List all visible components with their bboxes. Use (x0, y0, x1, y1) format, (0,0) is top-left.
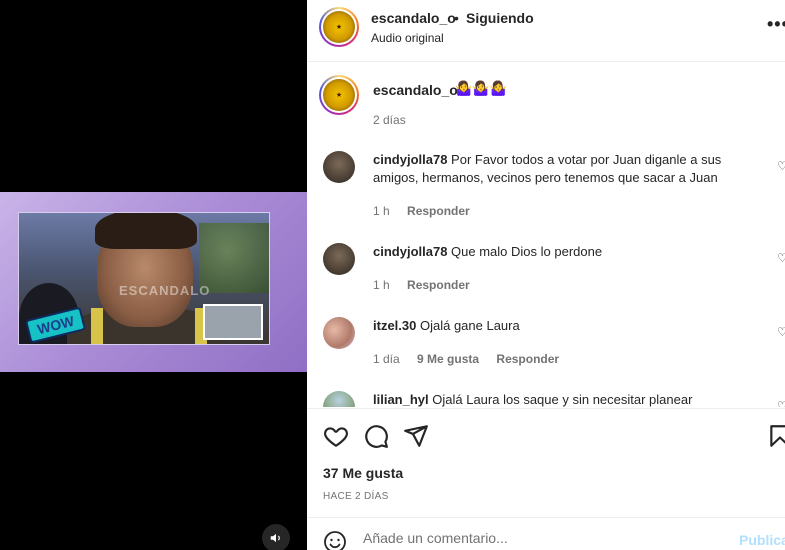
author-username[interactable]: escandalo_o (371, 10, 456, 26)
like-heart-icon[interactable]: ♡ (777, 399, 785, 407)
audio-link[interactable]: Audio original (371, 31, 444, 45)
comment-body: lilian_hyl Ojalá Laura los saque y sin n… (373, 391, 743, 407)
like-heart-icon[interactable]: ♡ (777, 251, 785, 265)
emoji-icon[interactable] (323, 530, 347, 550)
comment-username[interactable]: cindyjolla78 (373, 152, 447, 167)
bookmark-icon[interactable] (767, 423, 785, 449)
video-watermark: ESCANDALO (119, 283, 211, 298)
comment-time[interactable]: 1 día (373, 352, 400, 366)
author-avatar[interactable]: ★ (319, 7, 359, 47)
reply-button[interactable]: Responder (407, 278, 470, 292)
comment-username[interactable]: itzel.30 (373, 318, 416, 333)
sound-toggle-button[interactable] (262, 524, 290, 550)
caption-avatar[interactable]: ★ (319, 75, 359, 115)
comment-time[interactable]: 1 h (373, 204, 390, 218)
person-hair (95, 213, 197, 249)
like-heart-icon[interactable]: ♡ (777, 159, 785, 173)
comment-meta: 1 h Responder (373, 204, 484, 218)
comment-text: Ojalá Laura los saque y sin necesitar pl… (432, 392, 693, 407)
reply-button[interactable]: Responder (407, 204, 470, 218)
speaker-icon (270, 533, 280, 543)
comment-meta: 1 h Responder (373, 278, 484, 292)
following-button[interactable]: Siguiendo (466, 10, 534, 26)
commenter-avatar[interactable] (323, 243, 355, 275)
share-send-icon[interactable] (403, 423, 429, 449)
comment-text: Ojalá gane Laura (419, 318, 520, 333)
post-date[interactable]: HACE 2 DÍAS (323, 491, 389, 502)
comment-likes[interactable]: 9 Me gusta (417, 352, 479, 366)
caption-text: 🤷‍♀️🤷‍♀️🤷‍♀️ (455, 80, 508, 96)
comment-meta: 1 día 9 Me gusta Responder (373, 352, 573, 366)
reply-button[interactable]: Responder (496, 352, 559, 366)
comment-text: Que malo Dios lo perdone (451, 244, 603, 259)
comment-bubble-icon[interactable] (363, 423, 389, 449)
comment-body: itzel.30 Ojalá gane Laura (373, 317, 743, 335)
media-pane: ESCANDALO WOW (0, 0, 307, 550)
comment-composer: Publicar (307, 517, 785, 550)
comment-input[interactable] (363, 530, 723, 546)
inset-thumbnail (203, 304, 263, 340)
post-header: ★ escandalo_o • Siguiendo Audio original… (307, 0, 785, 62)
tank-strap-left (91, 308, 103, 344)
post-sidebar: ★ escandalo_o • Siguiendo Audio original… (307, 0, 785, 550)
post-actions: 37 Me gusta HACE 2 DÍAS (307, 408, 785, 518)
comment-body: cindyjolla78 Que malo Dios lo perdone (373, 243, 743, 261)
publish-button[interactable]: Publicar (739, 532, 785, 548)
like-heart-icon[interactable] (323, 423, 349, 449)
caption-time[interactable]: 2 días (373, 113, 406, 127)
comment-time[interactable]: 1 h (373, 278, 390, 292)
commenter-avatar[interactable] (323, 151, 355, 183)
comments-list[interactable]: ★ escandalo_o 🤷‍♀️🤷‍♀️🤷‍♀️ 2 días cindyj… (307, 63, 785, 407)
separator-dot: • (454, 10, 459, 26)
comment-username[interactable]: lilian_hyl (373, 392, 429, 407)
commenter-avatar[interactable] (323, 391, 355, 407)
video-player[interactable]: ESCANDALO WOW (0, 192, 307, 372)
comment-username[interactable]: cindyjolla78 (373, 244, 447, 259)
more-options-icon[interactable]: ••• (767, 14, 785, 35)
commenter-avatar[interactable] (323, 317, 355, 349)
likes-count[interactable]: 37 Me gusta (323, 465, 403, 481)
comment-body: cindyjolla78 Por Favor todos a votar por… (373, 151, 743, 187)
like-heart-icon[interactable]: ♡ (777, 325, 785, 339)
video-frame-content: ESCANDALO WOW (18, 212, 270, 345)
caption-username[interactable]: escandalo_o (373, 82, 458, 98)
